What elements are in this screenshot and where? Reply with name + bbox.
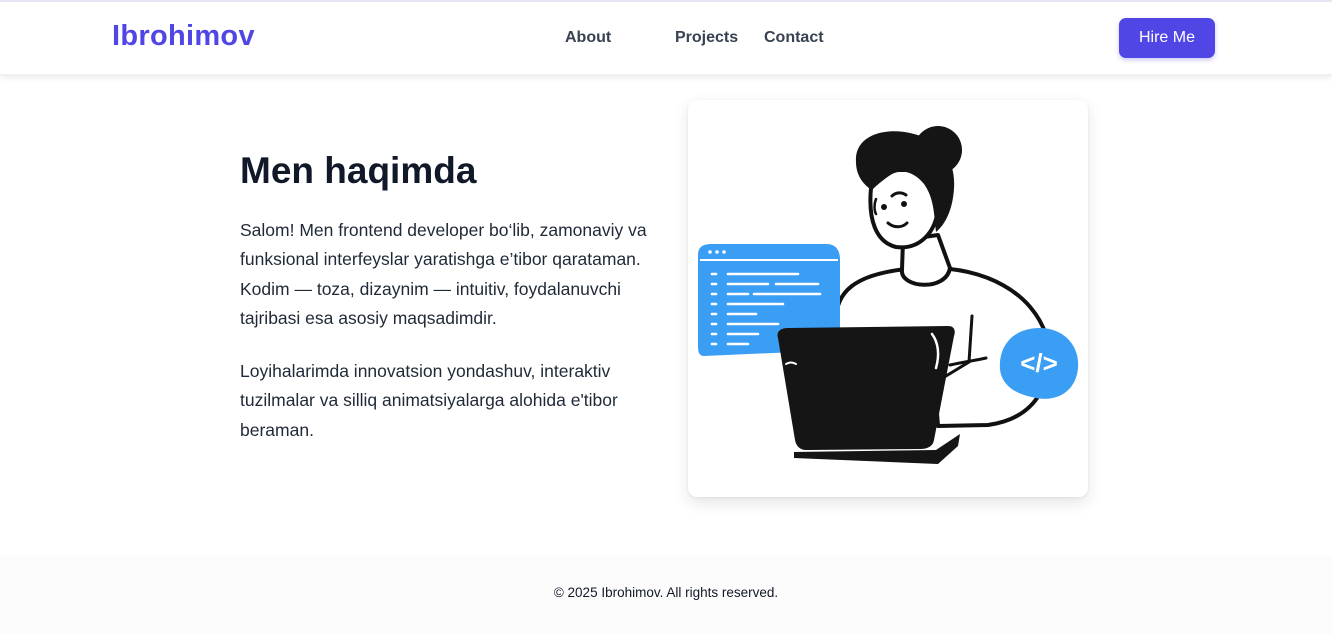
about-title: Men haqimda [240, 150, 477, 191]
nav-link-about[interactable]: About [565, 29, 611, 47]
about-paragraph-2: Loyihalarimda innovatsion yondashuv, int… [240, 361, 618, 440]
about-paragraph-1: Salom! Men frontend developer bo‘lib, za… [240, 220, 647, 328]
navbar: Ibrohimov About Projects Contact Hire Me [0, 2, 1332, 75]
code-badge-text: </> [1020, 348, 1058, 378]
site-logo[interactable]: Ibrohimov [112, 20, 255, 53]
footer: © 2025 Ibrohimov. All rights reserved. [0, 556, 1332, 634]
nav-link-projects[interactable]: Projects [675, 29, 738, 47]
developer-illustration-icon: </> [698, 126, 1079, 464]
copyright-text: © 2025 Ibrohimov. All rights reserved. [553, 585, 779, 600]
hire-me-button[interactable]: Hire Me [1119, 18, 1215, 58]
nav-link-contact[interactable]: Contact [764, 29, 824, 47]
illustration-card: </> [688, 100, 1088, 497]
